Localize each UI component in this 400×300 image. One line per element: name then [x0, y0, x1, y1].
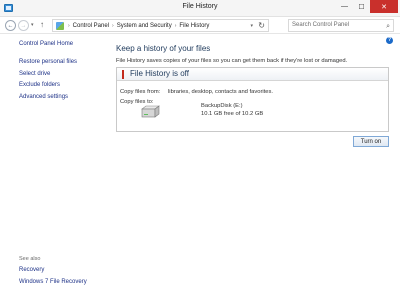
search-placeholder: Search Control Panel: [292, 22, 350, 28]
maximize-button[interactable]: ☐: [353, 0, 370, 13]
breadcrumb-control-panel[interactable]: Control Panel: [73, 23, 109, 29]
search-input[interactable]: Search Control Panel ⌕: [288, 19, 394, 32]
navigation-bar: ← → ▾ ↑ › Control Panel › System and Sec…: [0, 17, 400, 34]
breadcrumb-separator: ›: [112, 22, 114, 29]
see-also-heading: See also: [19, 256, 41, 262]
status-indicator: [122, 70, 124, 79]
page-description: File History saves copies of your files …: [116, 58, 348, 64]
status-title: File History is off: [130, 69, 189, 78]
forward-button[interactable]: →: [18, 20, 29, 31]
windows-7-file-recovery-link[interactable]: Windows 7 File Recovery: [19, 279, 87, 285]
status-header: File History is off: [117, 68, 388, 81]
address-field[interactable]: › Control Panel › System and Security › …: [52, 19, 269, 32]
file-history-status-panel: File History is off Copy files from: lib…: [116, 67, 389, 132]
breadcrumb-system-and-security[interactable]: System and Security: [117, 23, 172, 29]
up-level-arrow-icon[interactable]: ↑: [40, 20, 44, 29]
address-dropdown-chevron-down-icon[interactable]: ▾: [250, 23, 253, 29]
select-drive-link[interactable]: Select drive: [19, 71, 50, 77]
page-title: Keep a history of your files: [116, 44, 211, 53]
breadcrumb-separator: ›: [68, 22, 70, 29]
control-panel-icon: [56, 21, 64, 30]
copy-from-label: Copy files from:: [120, 89, 161, 95]
copy-from-value: libraries, desktop, contacts and favorit…: [168, 89, 274, 95]
hard-drive-icon: [141, 105, 160, 118]
recovery-link[interactable]: Recovery: [19, 267, 44, 273]
turn-on-button[interactable]: Turn on: [353, 136, 389, 147]
breadcrumb-separator: ›: [174, 22, 177, 29]
help-icon[interactable]: ?: [386, 37, 393, 44]
title-bar: File History — ☐ ✕: [0, 0, 400, 17]
drive-name: BackupDisk (E:): [201, 103, 243, 109]
search-icon[interactable]: ⌕: [386, 21, 390, 32]
navigation-pane: Control Panel Home Restore personal file…: [0, 34, 108, 300]
refresh-icon[interactable]: ↻: [258, 21, 265, 30]
control-panel-home-link[interactable]: Control Panel Home: [19, 41, 73, 47]
close-button[interactable]: ✕: [370, 0, 398, 13]
advanced-settings-link[interactable]: Advanced settings: [19, 94, 68, 100]
breadcrumb-file-history[interactable]: File History: [179, 23, 209, 29]
drive-free-space: 10.1 GB free of 10.2 GB: [201, 111, 264, 117]
recent-locations-chevron-down-icon[interactable]: ▾: [31, 22, 34, 28]
exclude-folders-link[interactable]: Exclude folders: [19, 82, 60, 88]
restore-personal-files-link[interactable]: Restore personal files: [19, 59, 77, 65]
back-button[interactable]: ←: [5, 20, 16, 31]
minimize-button[interactable]: —: [336, 0, 353, 13]
